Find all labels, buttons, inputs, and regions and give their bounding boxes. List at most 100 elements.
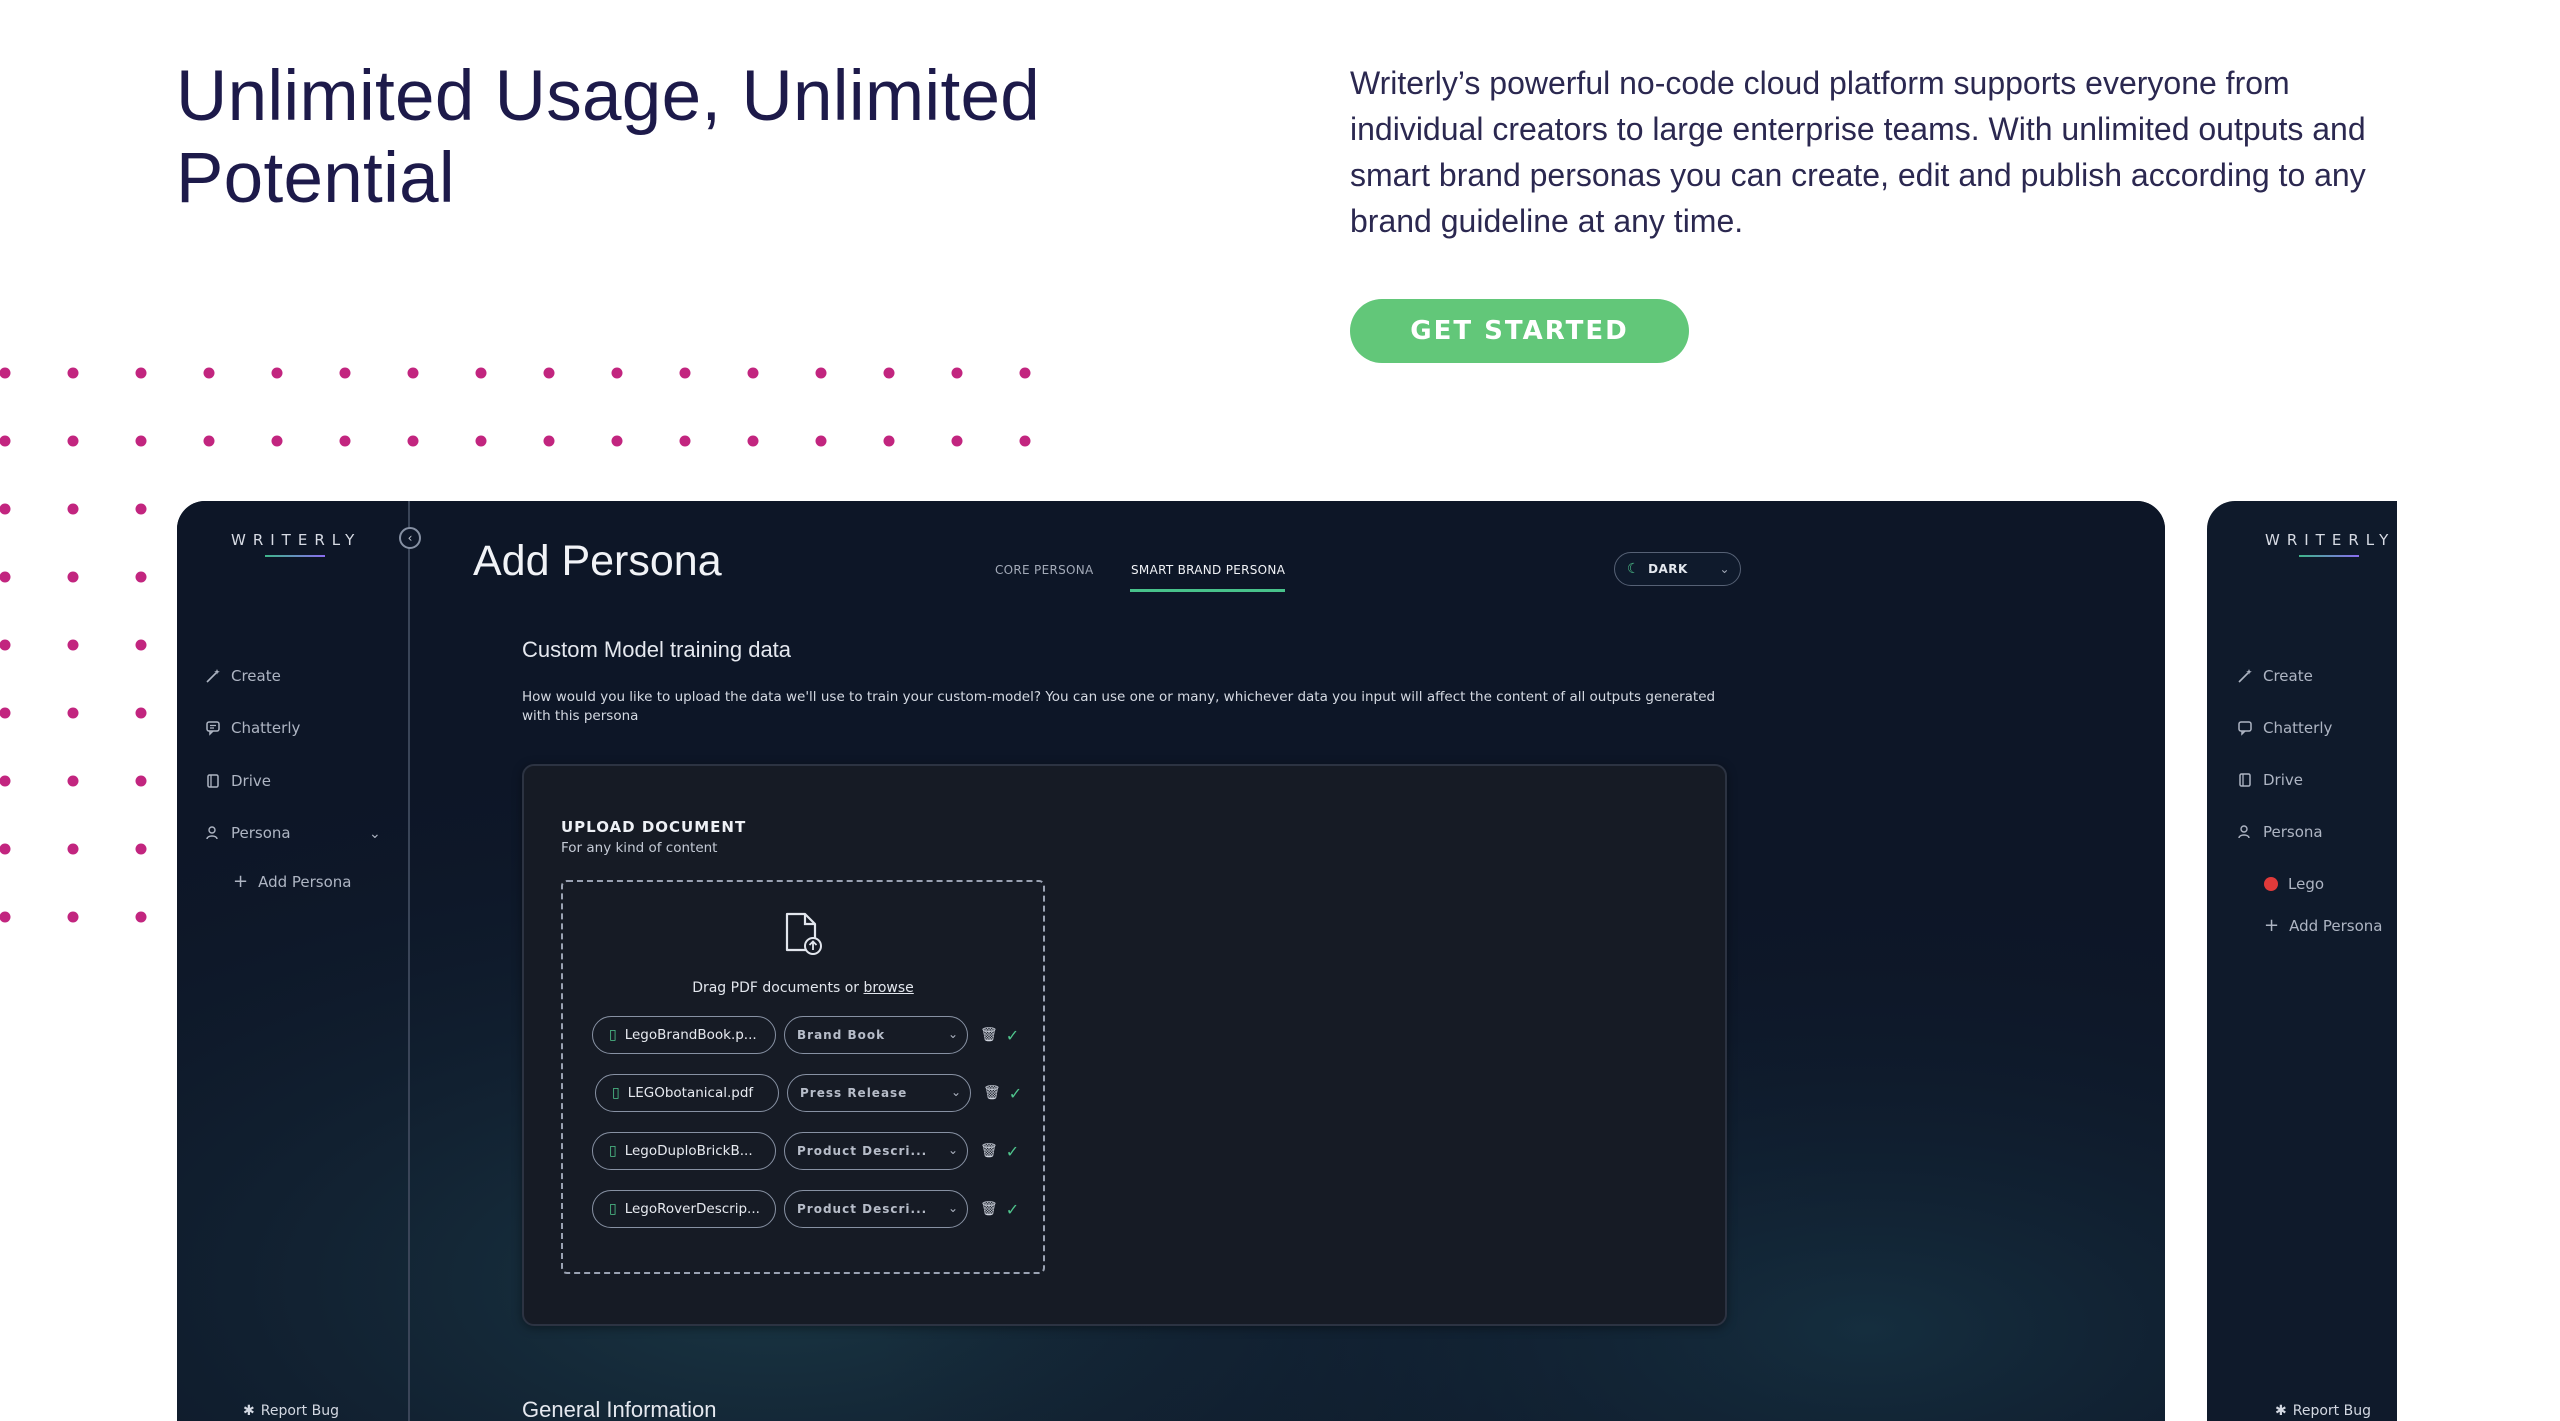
get-started-button[interactable]: GET STARTED xyxy=(1350,299,1689,363)
decorative-dot xyxy=(611,435,623,447)
check-icon: ✓ xyxy=(1005,1025,1020,1045)
decorative-dot xyxy=(67,911,79,923)
decorative-dot xyxy=(0,435,11,447)
document-type-value: Brand Book xyxy=(797,1028,886,1042)
sidebar-item-create[interactable]: Create xyxy=(205,667,281,685)
theme-label: DARK xyxy=(1648,562,1688,576)
file-drop-zone[interactable]: Drag PDF documents or browse ▯ LegoBrandB… xyxy=(561,880,1045,1274)
sidebar-item-drive[interactable]: Drive xyxy=(2237,771,2303,789)
trash-icon[interactable]: 🗑 xyxy=(980,1201,998,1217)
decorative-dot xyxy=(0,911,11,923)
add-persona-link[interactable]: + Add Persona xyxy=(2264,915,2383,936)
sidebar-item-chatterly[interactable]: Chatterly xyxy=(205,719,300,737)
decorative-dot xyxy=(135,639,147,651)
check-icon: ✓ xyxy=(1005,1141,1020,1161)
decorative-dot xyxy=(543,367,555,379)
file-pill[interactable]: ▯ LegoRoverDescrip... xyxy=(592,1190,776,1228)
file-pill[interactable]: ▯ LegoDuploBrickB... xyxy=(592,1132,776,1170)
file-pill[interactable]: ▯ LegoBrandBook.p... xyxy=(592,1016,776,1054)
upload-title: UPLOAD DOCUMENT xyxy=(561,818,747,836)
decorative-dot xyxy=(815,367,827,379)
sidebar-item-label: Chatterly xyxy=(231,719,301,737)
drive-icon xyxy=(2239,773,2251,787)
decorative-dot xyxy=(815,435,827,447)
file-name: LEGObotanical.pdf xyxy=(627,1085,754,1101)
magic-wand-icon xyxy=(2238,669,2252,683)
decorative-dot xyxy=(883,435,895,447)
chevron-down-icon: ⌄ xyxy=(947,1027,959,1041)
decorative-dot xyxy=(0,503,11,515)
moon-icon: ☾ xyxy=(1627,561,1641,577)
decorative-dot xyxy=(747,367,759,379)
upload-subtitle: For any kind of content xyxy=(561,840,718,856)
sidebar-item-persona[interactable]: Persona xyxy=(2237,823,2323,841)
persona-icon xyxy=(206,826,218,840)
decorative-dot xyxy=(0,367,11,379)
file-row: ▯ LEGObotanical.pdf Press Release ⌄ 🗑 ✓ xyxy=(595,1074,1022,1112)
active-tab-indicator xyxy=(1130,589,1285,592)
report-bug-link[interactable]: ✱ Report Bug xyxy=(243,1403,339,1419)
sidebar-item-label: Persona xyxy=(2263,823,2323,841)
decorative-dot xyxy=(543,435,555,447)
persona-item-label: Lego xyxy=(2288,875,2325,893)
add-persona-label: Add Persona xyxy=(2289,916,2383,935)
decorative-dot xyxy=(1019,435,1031,447)
decorative-dot xyxy=(0,775,11,787)
sidebar-item-drive[interactable]: Drive xyxy=(205,772,271,790)
file-name: LegoDuploBrickB... xyxy=(624,1143,753,1159)
decorative-dot xyxy=(611,367,623,379)
drop-text: Drag PDF documents or xyxy=(692,980,864,996)
bug-icon: ✱ xyxy=(2275,1403,2287,1419)
tab-core-persona[interactable]: CORE PERSONA xyxy=(995,563,1094,577)
decorative-dot xyxy=(203,367,215,379)
add-persona-link[interactable]: + Add Persona xyxy=(233,871,352,892)
logo-underline xyxy=(265,555,325,557)
add-persona-label: Add Persona xyxy=(258,872,352,891)
writerly-logo: WRITERLY xyxy=(2265,531,2396,549)
decorative-dot xyxy=(67,707,79,719)
report-bug-link[interactable]: ✱ Report Bug xyxy=(2275,1403,2371,1419)
decorative-dot xyxy=(203,435,215,447)
file-row: ▯ LegoDuploBrickB... Product Descri... ⌄ 🗑… xyxy=(592,1132,1019,1170)
file-name: LegoBrandBook.p... xyxy=(624,1027,757,1043)
file-icon: ▯ xyxy=(612,1085,620,1101)
decorative-dot xyxy=(951,435,963,447)
file-name: LegoRoverDescrip... xyxy=(624,1201,760,1217)
decorative-dot xyxy=(407,435,419,447)
sidebar-item-label: Drive xyxy=(2263,771,2303,789)
decorative-dot xyxy=(475,435,487,447)
chevron-down-icon[interactable]: ⌄ xyxy=(369,826,381,842)
bug-icon: ✱ xyxy=(243,1403,255,1419)
theme-dropdown[interactable]: ☾ DARK ⌄ xyxy=(1614,552,1741,586)
hero-title: Unlimited Usage, Unlimited Potential xyxy=(176,57,1041,218)
document-type-select[interactable]: Product Descri... ⌄ xyxy=(784,1190,968,1228)
file-icon: ▯ xyxy=(609,1027,617,1043)
sidebar-item-create[interactable]: Create xyxy=(2237,667,2313,685)
sidebar-item-chatterly[interactable]: Chatterly xyxy=(2237,719,2332,737)
collapse-sidebar-button[interactable]: ‹ xyxy=(399,527,421,549)
sidebar-item-label: Persona xyxy=(231,824,291,842)
report-bug-label: Report Bug xyxy=(260,1403,339,1419)
persona-item-lego[interactable]: Lego xyxy=(2264,875,2324,893)
app-window-secondary: WRITERLY Create Chatterly Drive Persona … xyxy=(2207,501,2397,1421)
document-type-select[interactable]: Product Descri... ⌄ xyxy=(784,1132,968,1170)
chevron-left-icon: ‹ xyxy=(407,531,413,545)
drop-instructions: Drag PDF documents or browse xyxy=(563,980,1043,996)
chevron-down-icon: ⌄ xyxy=(950,1085,962,1099)
trash-icon[interactable]: 🗑 xyxy=(980,1027,998,1043)
sidebar: WRITERLY Create Chatterly Drive Persona … xyxy=(177,501,410,1421)
document-type-select[interactable]: Brand Book ⌄ xyxy=(784,1016,968,1054)
tab-smart-brand-persona[interactable]: SMART BRAND PERSONA xyxy=(1131,563,1285,577)
decorative-dot xyxy=(67,367,79,379)
trash-icon[interactable]: 🗑 xyxy=(983,1085,1001,1101)
file-icon: ▯ xyxy=(609,1143,617,1159)
sidebar-item-persona[interactable]: Persona xyxy=(205,824,291,842)
file-pill[interactable]: ▯ LEGObotanical.pdf xyxy=(595,1074,779,1112)
document-type-select[interactable]: Press Release ⌄ xyxy=(787,1074,971,1112)
decorative-dot xyxy=(135,571,147,583)
decorative-dot xyxy=(1019,367,1031,379)
upload-card: UPLOAD DOCUMENT For any kind of content … xyxy=(522,764,1727,1326)
check-icon: ✓ xyxy=(1005,1199,1020,1219)
browse-link[interactable]: browse xyxy=(864,980,914,996)
trash-icon[interactable]: 🗑 xyxy=(980,1143,998,1159)
